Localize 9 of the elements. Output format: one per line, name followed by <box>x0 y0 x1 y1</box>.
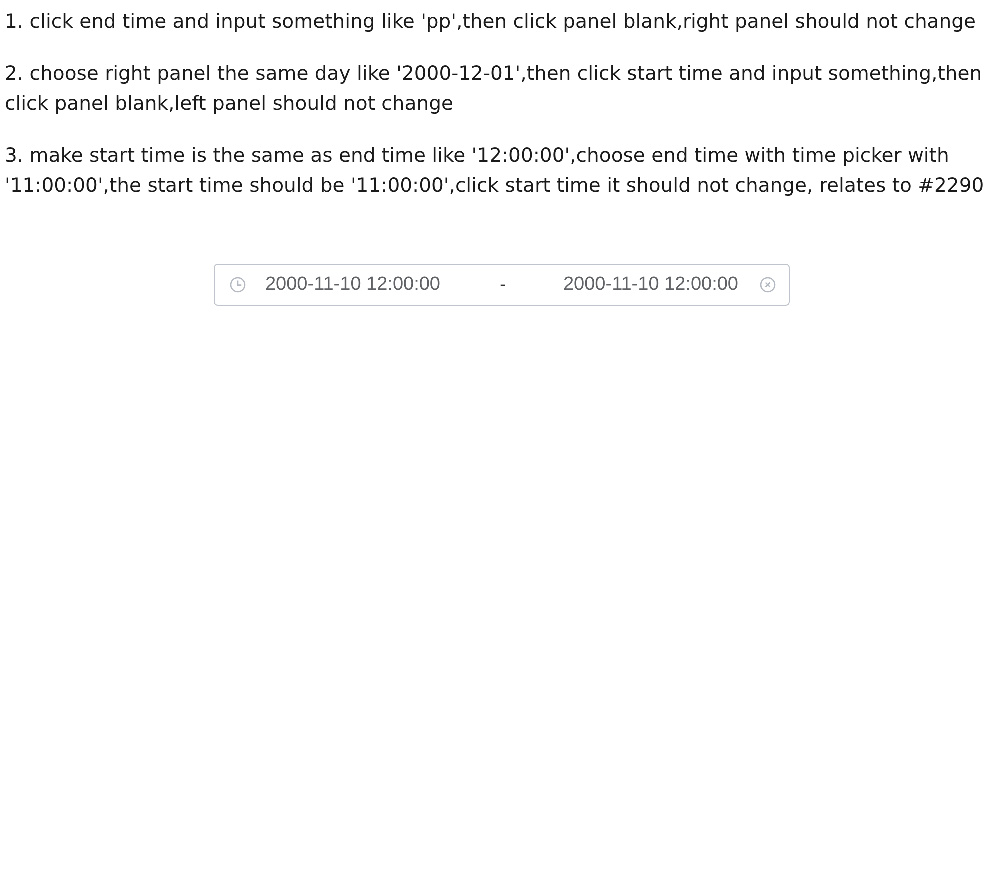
date-range-picker[interactable]: 2000-11-10 12:00:00 - 2000-11-10 12:00:00 <box>214 264 790 306</box>
start-time-input[interactable]: 2000-11-10 12:00:00 <box>250 272 456 298</box>
instruction-text: 3. make start time is the same as end time like '12:00:00',choose end time with time picker with '11:00:00',the start time should be '11:00:00',click start time it should not change, relates to #2290 <box>5 143 986 199</box>
instruction-text: 2. choose right panel the same day like '2000-12-01',then click start time and input something,then click panel blank,left panel should not change <box>5 61 984 117</box>
end-time-input[interactable]: 2000-11-10 12:00:00 <box>550 272 752 298</box>
clear-icon[interactable] <box>760 277 776 293</box>
instruction-text: 1. click end time and input something like 'pp',then click panel blank,right panel should not change <box>5 9 977 35</box>
clock-icon <box>230 277 246 293</box>
range-separator: - <box>499 274 507 296</box>
